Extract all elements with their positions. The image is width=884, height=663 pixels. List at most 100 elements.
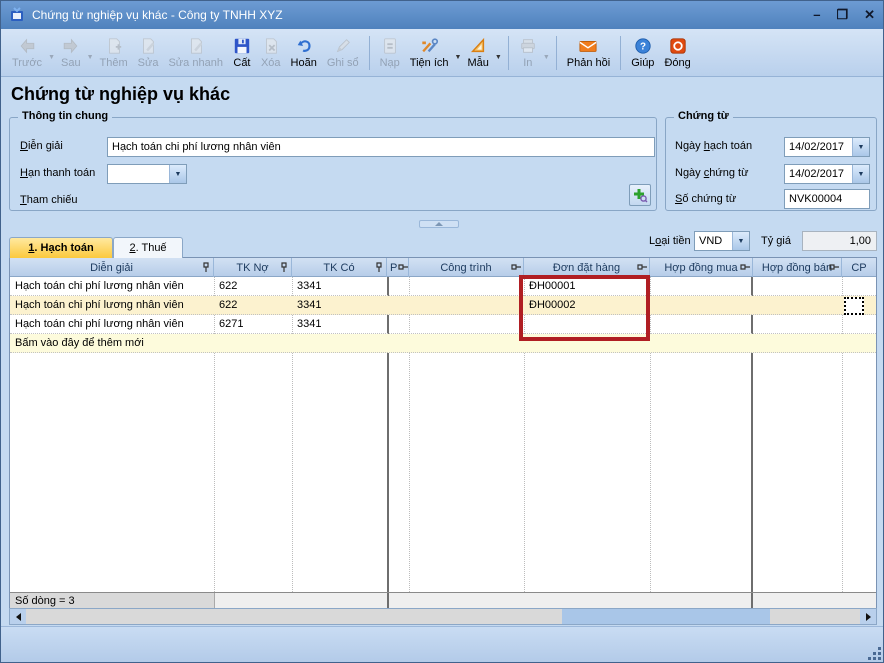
minimize-button[interactable]: – <box>813 1 820 29</box>
floppy-disk-icon <box>233 37 251 55</box>
chevron-up-icon <box>435 222 443 226</box>
help-button[interactable]: ? Giúp <box>626 31 659 75</box>
close-button[interactable]: ✕ <box>864 1 875 29</box>
power-close-icon <box>669 37 687 55</box>
document-edit-icon <box>139 37 157 55</box>
set-square-icon <box>469 37 487 55</box>
focused-cell[interactable] <box>844 297 864 315</box>
delete-button[interactable]: Xóa <box>256 31 286 75</box>
pin-horizontal-icon[interactable] <box>511 262 521 273</box>
currency-label: Loại tiền <box>649 235 691 247</box>
quick-edit-button[interactable]: Sửa nhanh <box>163 31 227 75</box>
payment-term-select[interactable]: ▼ <box>107 164 187 184</box>
reload-button[interactable]: Nạp <box>375 31 405 75</box>
pin-horizontal-icon[interactable] <box>398 262 408 273</box>
table-row[interactable]: Hạch toán chi phí lương nhân viên 6271 3… <box>10 315 876 334</box>
triangle-left-icon <box>16 613 21 621</box>
pencil-icon <box>334 37 352 55</box>
posting-date-picker[interactable]: 14/02/2017 ▼ <box>784 137 870 157</box>
pin-horizontal-icon[interactable] <box>829 262 839 273</box>
currency-select[interactable]: VND ▼ <box>694 231 750 251</box>
description-label: Diễn giải <box>20 140 63 152</box>
print-dropdown-caret[interactable]: ▼ <box>543 54 550 61</box>
table-row-selected[interactable]: Hạch toán chi phí lương nhân viên 622 33… <box>10 296 876 315</box>
feedback-button[interactable]: Phản hồi <box>562 31 615 75</box>
document-number-label: Số chứng từ <box>675 193 736 205</box>
resize-grip-icon[interactable] <box>867 646 881 660</box>
template-button[interactable]: Mẫu <box>462 31 493 75</box>
column-header-tk-no[interactable]: TK Nợ <box>214 258 292 277</box>
pin-horizontal-icon[interactable] <box>740 262 750 273</box>
undo-button[interactable]: Hoãn <box>286 31 322 75</box>
frozen-column-divider <box>387 593 389 608</box>
utilities-button[interactable]: Tiện ích <box>405 31 454 75</box>
pin-horizontal-icon[interactable] <box>637 262 647 273</box>
scroll-left-button[interactable] <box>10 609 26 624</box>
tools-icon <box>420 37 439 55</box>
next-button[interactable]: Sau <box>56 31 86 75</box>
tab-hach-toan[interactable]: 1. Hạch toán <box>9 237 113 258</box>
pin-icon[interactable] <box>279 262 289 273</box>
tab-thue[interactable]: 2. Thuế <box>113 237 183 258</box>
document-number-input[interactable]: NVK00004 <box>784 189 870 209</box>
document-quick-edit-icon <box>187 37 205 55</box>
triangle-right-icon <box>866 613 871 621</box>
next-dropdown-caret[interactable]: ▼ <box>87 54 94 61</box>
previous-dropdown-caret[interactable]: ▼ <box>48 54 55 61</box>
window-footer <box>1 626 884 663</box>
post-button[interactable]: Ghi sổ <box>322 31 364 75</box>
envelope-icon <box>578 37 598 55</box>
save-button[interactable]: Cất <box>228 31 256 75</box>
document-date-label: Ngày chứng từ <box>675 167 748 179</box>
app-window: Chứng từ nghiệp vụ khác - Công ty TNHH X… <box>0 0 884 663</box>
chevron-down-icon[interactable]: ▼ <box>732 232 749 250</box>
reference-label: Tham chiếu <box>20 194 78 206</box>
toolbar-separator <box>556 36 557 70</box>
exchange-rate-field: 1,00 <box>802 231 877 251</box>
maximize-button[interactable]: ❒ <box>836 1 848 29</box>
row-count-label: Số dòng = 3 <box>10 593 215 608</box>
edit-button[interactable]: Sửa <box>133 31 164 75</box>
print-button[interactable]: In <box>514 31 542 75</box>
add-button[interactable]: Thêm <box>95 31 133 75</box>
horizontal-scrollbar[interactable] <box>9 608 877 625</box>
general-info-group: Thông tin chung Diễn giải Hạch toán chi … <box>9 117 657 211</box>
column-header-cong-trinh[interactable]: Công trình <box>409 258 524 277</box>
payment-term-label: Hạn thanh toán <box>20 167 95 179</box>
toolbar-separator <box>508 36 509 70</box>
help-icon: ? <box>634 37 652 55</box>
document-date-picker[interactable]: 14/02/2017 ▼ <box>784 164 870 184</box>
scrollbar-thumb[interactable] <box>562 609 770 624</box>
pin-icon[interactable] <box>374 262 384 273</box>
utilities-dropdown-caret[interactable]: ▼ <box>455 54 462 61</box>
chevron-down-icon[interactable]: ▼ <box>852 165 869 183</box>
close-form-button[interactable]: Đóng <box>659 31 695 75</box>
column-header-tk-co[interactable]: TK Có <box>292 258 387 277</box>
arrow-right-icon <box>61 37 80 55</box>
document-delete-icon <box>262 37 280 55</box>
printer-icon <box>519 37 537 55</box>
page-title: Chứng từ nghiệp vụ khác <box>11 84 230 105</box>
pin-icon[interactable] <box>201 262 211 273</box>
column-header-hop-dong-mua[interactable]: Hợp đồng mua <box>650 258 753 277</box>
frozen-column-divider <box>751 593 753 608</box>
table-row[interactable]: Hạch toán chi phí lương nhân viên 622 33… <box>10 277 876 296</box>
add-lookup-icon <box>632 187 648 203</box>
new-row[interactable]: Bấm vào đây để thêm mới <box>10 334 876 353</box>
column-header-hop-dong-ban[interactable]: Hợp đồng bán <box>753 258 842 277</box>
splitter-handle[interactable] <box>419 220 459 228</box>
undo-icon <box>295 37 313 55</box>
column-header-dien-giai[interactable]: Diễn giải <box>10 258 214 277</box>
previous-button[interactable]: Trước <box>7 31 47 75</box>
general-info-legend: Thông tin chung <box>18 110 112 122</box>
toolbar: Trước ▼ Sau ▼ Thêm Sửa Sửa nhanh Cất Xó <box>1 29 884 77</box>
scroll-right-button[interactable] <box>860 609 876 624</box>
description-input[interactable]: Hạch toán chi phí lương nhân viên <box>107 137 655 157</box>
chevron-down-icon[interactable]: ▼ <box>852 138 869 156</box>
chevron-down-icon[interactable]: ▼ <box>169 165 186 183</box>
column-header-cp[interactable]: CP <box>842 258 876 277</box>
window-title: Chứng từ nghiệp vụ khác - Công ty TNHH X… <box>32 8 283 22</box>
template-dropdown-caret[interactable]: ▼ <box>495 54 502 61</box>
column-header-p[interactable]: P <box>389 258 409 277</box>
reference-add-button[interactable] <box>629 184 651 206</box>
